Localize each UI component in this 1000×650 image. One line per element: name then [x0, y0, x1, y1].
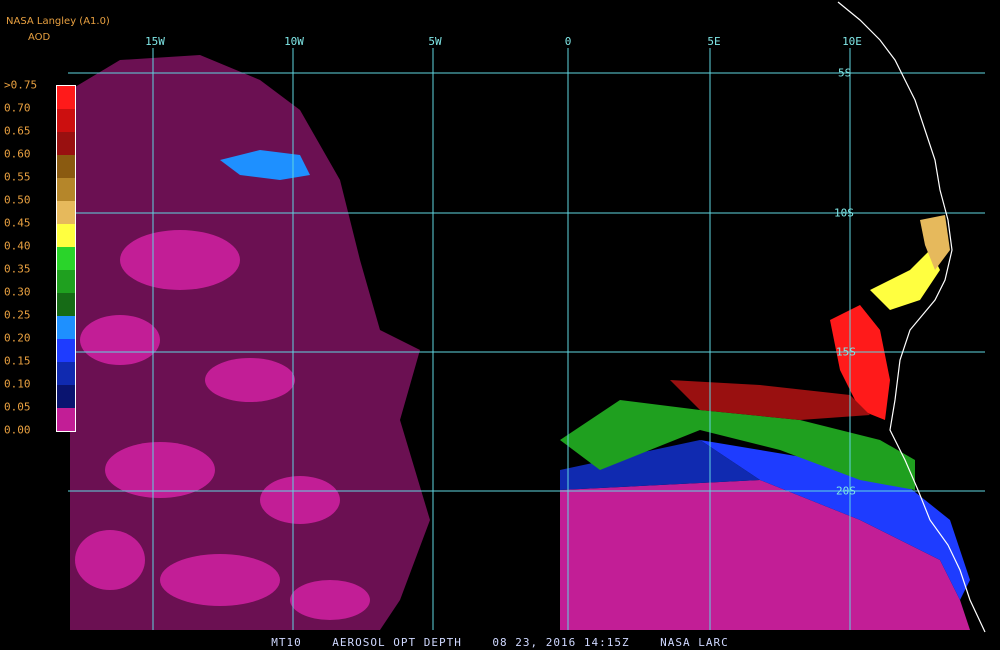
legend-tick-label: 0.60 — [4, 147, 31, 161]
legend-swatch — [57, 270, 75, 293]
legend-swatch — [57, 132, 75, 155]
legend-swatch — [57, 86, 75, 109]
legend-tick-label: 0.00 — [4, 423, 31, 437]
legend-swatch — [57, 339, 75, 362]
legend-swatch — [57, 247, 75, 270]
footer-product: MT10 — [271, 636, 302, 649]
legend-tick-label: 0.05 — [4, 400, 31, 414]
legend-swatch — [57, 293, 75, 316]
legend-tick-label: 0.35 — [4, 262, 31, 276]
legend-swatch — [57, 109, 75, 132]
legend-swatch — [57, 178, 75, 201]
lon-label-10w: 10W — [284, 35, 304, 48]
footer-datetime: 08 23, 2016 14:15Z — [492, 636, 630, 649]
legend-swatch — [57, 362, 75, 385]
lat-label-5s: 5S — [838, 66, 852, 80]
lat-label-10s: 10S — [834, 206, 854, 220]
legend-tick-label: 0.45 — [4, 216, 31, 230]
aod-map — [68, 1, 986, 633]
footer-source: NASA LARC — [660, 636, 729, 649]
footer-caption: MT10 AEROSOL OPT DEPTH 08 23, 2016 14:15… — [0, 636, 1000, 649]
legend-swatch — [57, 385, 75, 408]
lat-label-15s: 15S — [836, 345, 856, 359]
legend-swatch — [57, 316, 75, 339]
legend-swatch — [57, 408, 75, 431]
lon-label-15w: 15W — [145, 35, 165, 48]
legend-tick-label: 0.10 — [4, 377, 31, 391]
legend-tick-label: 0.65 — [4, 124, 31, 138]
lon-label-5e: 5E — [707, 35, 721, 48]
lon-label-5w: 5W — [428, 35, 442, 48]
lon-label-10e: 10E — [842, 35, 862, 48]
legend-swatch — [57, 201, 75, 224]
lon-label-0: 0 — [564, 35, 572, 48]
header-unit: AOD — [28, 32, 51, 43]
legend-tick-label: 0.15 — [4, 354, 31, 368]
legend-tick-label: >0.75 — [4, 78, 38, 92]
legend-tick-label: 0.25 — [4, 308, 31, 322]
legend-tick-label: 0.40 — [4, 239, 31, 253]
header-title: NASA Langley (A1.0) — [6, 16, 110, 27]
legend-tick-label: 0.70 — [4, 101, 31, 115]
legend-swatch — [57, 155, 75, 178]
legend-swatch — [57, 224, 75, 247]
legend-tick-label: 0.50 — [4, 193, 31, 207]
aod-legend-colorbar — [56, 85, 76, 432]
legend-tick-label: 0.55 — [4, 170, 31, 184]
legend-tick-label: 0.30 — [4, 285, 31, 299]
footer-parameter: AEROSOL OPT DEPTH — [332, 636, 462, 649]
low-aod-region-west — [70, 55, 430, 630]
lat-label-20s: 20S — [836, 484, 856, 498]
legend-tick-label: 0.20 — [4, 331, 31, 345]
aod-band-yellow — [870, 250, 940, 310]
